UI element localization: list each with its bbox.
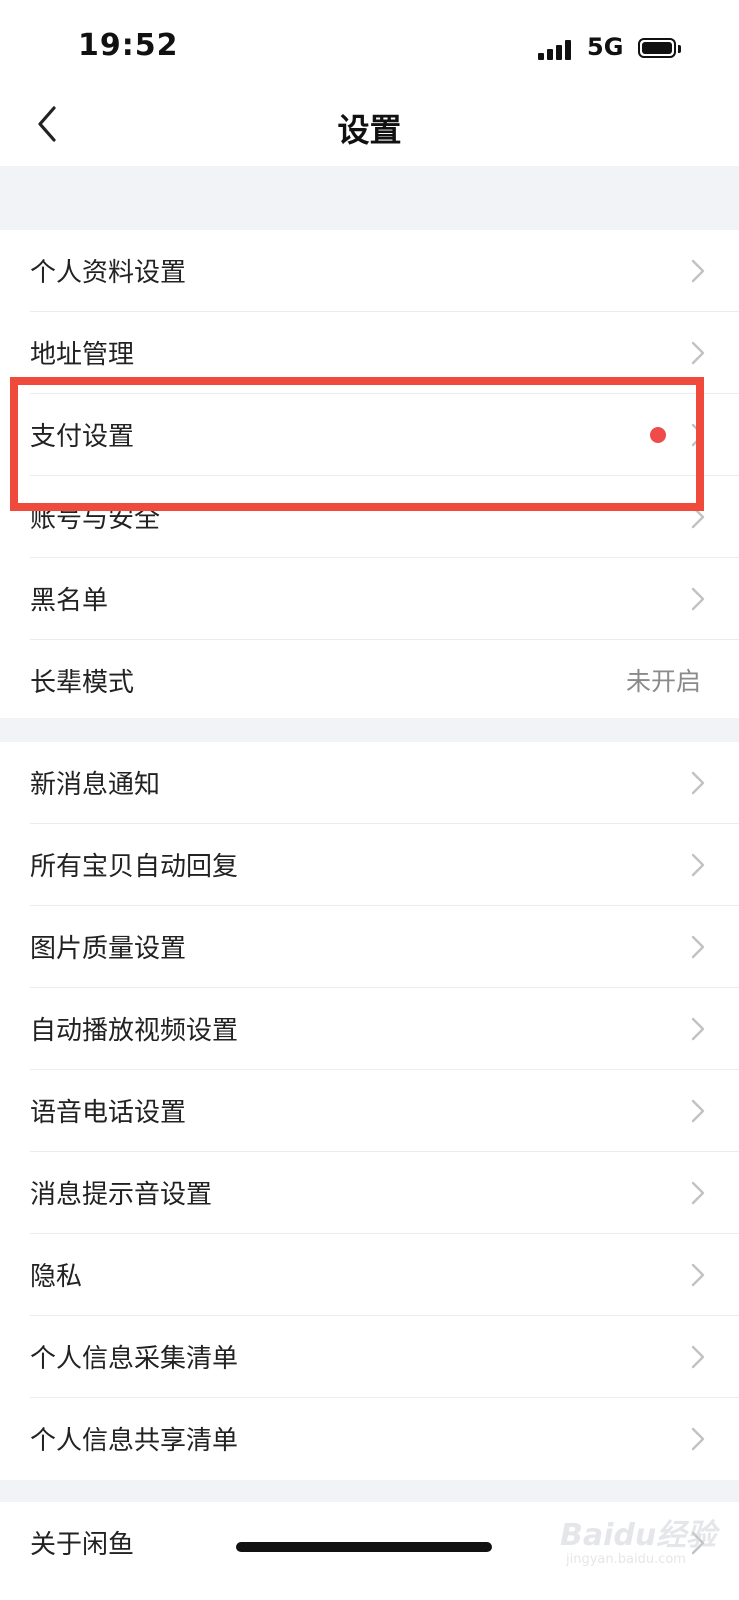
chevron-right-icon: [691, 587, 705, 611]
chevron-right-icon: [691, 423, 705, 447]
settings-item-label: 关于闲鱼: [30, 1530, 135, 1560]
settings-item-privacy[interactable]: 隐私: [0, 1234, 739, 1316]
settings-item-label: 语音电话设置: [30, 1098, 187, 1128]
settings-item-label: 账号与安全: [30, 504, 161, 534]
chevron-right-icon: [691, 935, 705, 959]
chevron-right-icon: [691, 1017, 705, 1041]
settings-item-label: 个人资料设置: [30, 258, 187, 288]
chevron-right-icon: [691, 505, 705, 529]
settings-item-label: 图片质量设置: [30, 934, 187, 964]
chevron-right-icon: [691, 1263, 705, 1287]
chevron-right-icon: [691, 1181, 705, 1205]
home-indicator[interactable]: [236, 1542, 492, 1552]
settings-item-label: 支付设置: [30, 422, 135, 452]
settings-item-payment[interactable]: 支付设置: [0, 394, 739, 476]
settings-item-label: 个人信息共享清单: [30, 1426, 239, 1456]
settings-item-image-quality[interactable]: 图片质量设置: [0, 906, 739, 988]
settings-item-info-sharing[interactable]: 个人信息共享清单: [0, 1398, 739, 1480]
chevron-right-icon: [691, 341, 705, 365]
settings-item-label: 自动播放视频设置: [30, 1016, 239, 1046]
chevron-right-icon: [691, 1427, 705, 1451]
chevron-right-icon: [691, 771, 705, 795]
status-time: 19:52: [78, 28, 179, 63]
settings-group-general: 新消息通知 所有宝贝自动回复 图片质量设置 自动播放视频设置 语音电话设置 消息…: [0, 742, 739, 1480]
signal-icon: [538, 40, 574, 60]
elder-mode-status: 未开启: [625, 667, 701, 696]
new-badge-dot: [650, 427, 666, 443]
settings-item-account-security[interactable]: 账号与安全: [0, 476, 739, 558]
settings-item-label: 长辈模式: [30, 668, 135, 698]
settings-item-profile[interactable]: 个人资料设置: [0, 230, 739, 312]
page-title: 设置: [337, 111, 402, 149]
settings-item-elder-mode[interactable]: 长辈模式 未开启: [0, 640, 739, 722]
chevron-right-icon: [691, 259, 705, 283]
chevron-right-icon: [691, 1099, 705, 1123]
settings-item-auto-reply[interactable]: 所有宝贝自动回复: [0, 824, 739, 906]
settings-item-voice-call[interactable]: 语音电话设置: [0, 1070, 739, 1152]
settings-item-notifications[interactable]: 新消息通知: [0, 742, 739, 824]
settings-group-account: 个人资料设置 地址管理 支付设置 账号与安全 黑名单 长辈模式 未开启: [0, 230, 739, 718]
network-label: 5G: [587, 33, 624, 61]
settings-item-info-collection[interactable]: 个人信息采集清单: [0, 1316, 739, 1398]
watermark-sub: jingyan.baidu.com: [566, 1552, 686, 1567]
settings-item-label: 黑名单: [30, 586, 109, 616]
watermark-text: Baidu经验: [560, 1518, 717, 1553]
settings-item-blacklist[interactable]: 黑名单: [0, 558, 739, 640]
settings-item-label: 地址管理: [30, 340, 135, 370]
chevron-right-icon: [691, 1345, 705, 1369]
watermark-logo: Baidu经验 jingyan.baidu.com: [560, 1510, 730, 1580]
settings-item-address[interactable]: 地址管理: [0, 312, 739, 394]
nav-bar: 设置: [0, 92, 739, 166]
settings-item-message-sound[interactable]: 消息提示音设置: [0, 1152, 739, 1234]
settings-item-label: 新消息通知: [30, 770, 161, 800]
chevron-right-icon: [691, 853, 705, 877]
battery-icon: [638, 38, 682, 62]
status-bar: 19:52 5G: [0, 0, 739, 92]
settings-item-label: 隐私: [30, 1262, 83, 1292]
settings-item-autoplay-video[interactable]: 自动播放视频设置: [0, 988, 739, 1070]
settings-item-label: 所有宝贝自动回复: [30, 852, 239, 882]
settings-item-label: 个人信息采集清单: [30, 1344, 239, 1374]
settings-item-label: 消息提示音设置: [30, 1180, 213, 1210]
